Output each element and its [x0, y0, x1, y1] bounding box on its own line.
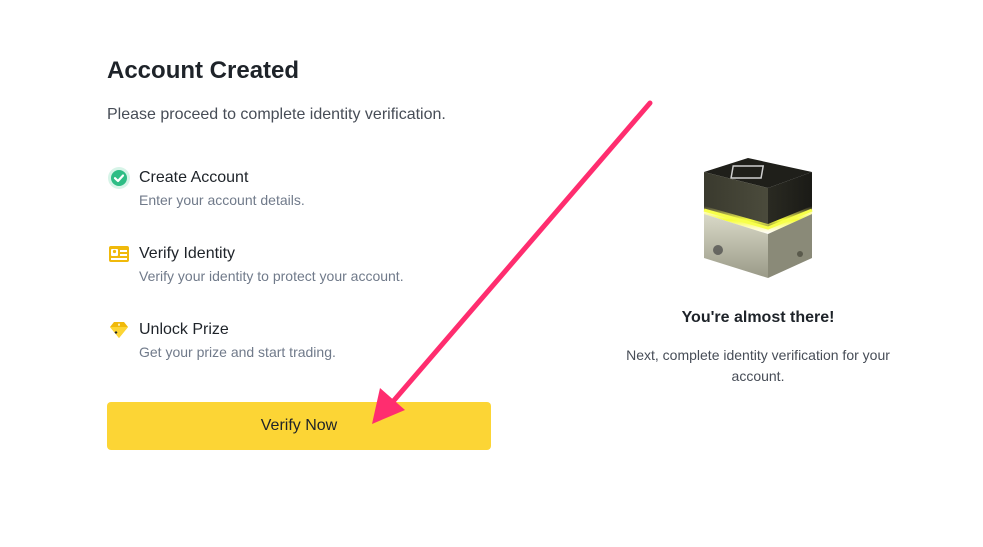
- mystery-box-icon: [694, 150, 822, 286]
- almost-there-description: Next, complete identity verification for…: [626, 347, 890, 384]
- step-unlock-prize: Unlock Prize Get your prize and start tr…: [107, 318, 527, 366]
- step-description: Verify your identity to protect your acc…: [139, 268, 404, 284]
- step-title: Unlock Prize: [139, 321, 229, 338]
- step-verify-identity: Verify Identity Verify your identity to …: [107, 242, 527, 290]
- page-subtitle: Please proceed to complete identity veri…: [107, 106, 446, 123]
- diamond-prize-icon: [107, 318, 131, 342]
- step-description: Get your prize and start trading.: [139, 344, 336, 360]
- check-circle-icon: [107, 166, 131, 190]
- page-title: Account Created: [107, 57, 300, 84]
- step-title: Create Account: [139, 169, 249, 186]
- step-description: Enter your account details.: [139, 192, 305, 208]
- almost-there-title: You're almost there!: [681, 309, 835, 326]
- verify-now-button[interactable]: Verify Now: [107, 402, 491, 450]
- account-created-page: Account Created Please proceed to comple…: [0, 0, 983, 547]
- step-title: Verify Identity: [139, 245, 236, 262]
- id-card-icon: [107, 242, 131, 266]
- step-create-account: Create Account Enter your account detail…: [107, 166, 527, 214]
